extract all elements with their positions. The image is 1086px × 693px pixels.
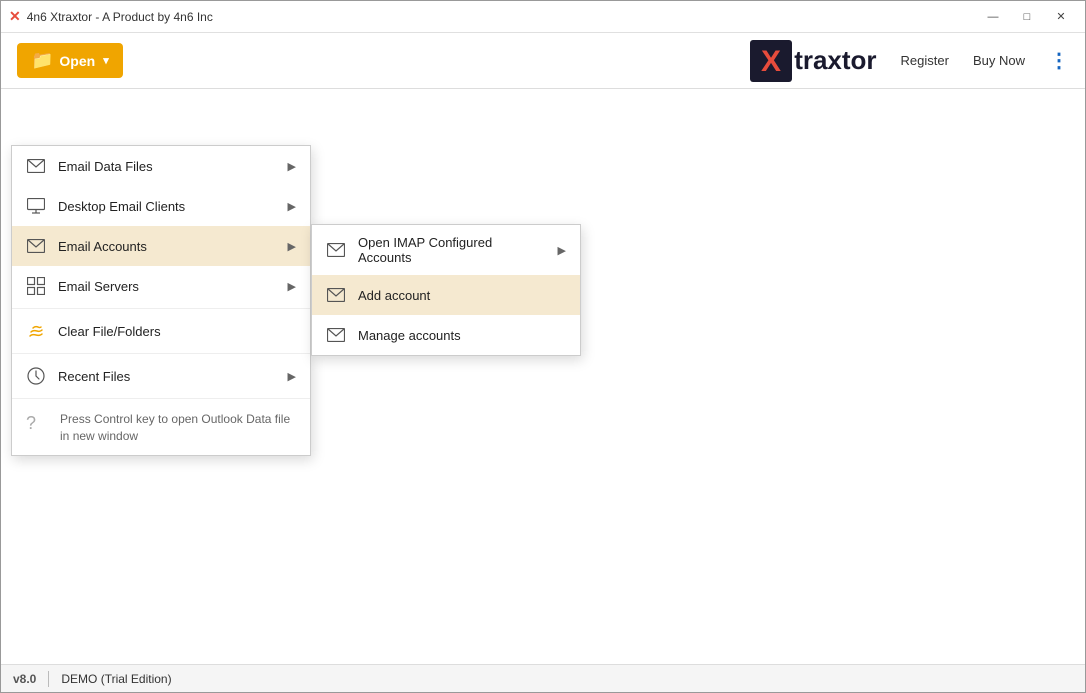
buy-now-button[interactable]: Buy Now	[973, 53, 1025, 68]
status-text: DEMO (Trial Edition)	[61, 672, 171, 686]
menu-item-recent-files-label: Recent Files	[58, 369, 276, 384]
menu-item-desktop-email-clients[interactable]: Desktop Email Clients ▶	[12, 186, 310, 226]
submenu-item-open-imap-label: Open IMAP Configured Accounts	[358, 235, 546, 265]
imap-icon	[326, 240, 346, 260]
hint-icon: ?	[26, 413, 36, 434]
submenu-item-manage-accounts-label: Manage accounts	[358, 328, 461, 343]
minimize-button[interactable]: —	[977, 3, 1009, 31]
menu-divider-3	[12, 398, 310, 399]
register-button[interactable]: Register	[901, 53, 949, 68]
logo-x-icon: X	[750, 40, 792, 82]
toolbar: 📁 Open ▾ X traxtor Register Buy Now ⋮	[1, 33, 1085, 89]
status-bar: v8.0 DEMO (Trial Edition)	[1, 664, 1085, 692]
submenu-item-manage-accounts[interactable]: Manage accounts	[312, 315, 580, 355]
email-accounts-icon	[26, 236, 46, 256]
imap-arrow-icon: ▶	[558, 244, 566, 257]
arrow-icon: ▶	[288, 280, 296, 293]
add-account-icon	[326, 285, 346, 305]
menu-item-email-servers-label: Email Servers	[58, 279, 276, 294]
arrow-icon: ▶	[288, 200, 296, 213]
main-content: Email Data Files ▶ Desktop Email Clients…	[1, 89, 1085, 666]
title-bar-text: 4n6 Xtraxtor - A Product by 4n6 Inc	[27, 10, 977, 24]
menu-item-email-data-files[interactable]: Email Data Files ▶	[12, 146, 310, 186]
title-bar: ✕ 4n6 Xtraxtor - A Product by 4n6 Inc — …	[1, 1, 1085, 33]
open-dropdown-menu: Email Data Files ▶ Desktop Email Clients…	[11, 145, 311, 456]
email-accounts-submenu: Open IMAP Configured Accounts ▶ Add acco…	[311, 224, 581, 356]
email-data-files-icon	[26, 156, 46, 176]
menu-item-clear-files-folders[interactable]: Clear File/Folders	[12, 311, 310, 351]
recent-files-icon	[26, 366, 46, 386]
submenu-item-add-account-label: Add account	[358, 288, 430, 303]
clear-files-icon	[26, 321, 46, 341]
open-button[interactable]: 📁 Open ▾	[17, 43, 123, 78]
menu-item-hint: ? Press Control key to open Outlook Data…	[12, 401, 310, 455]
chevron-down-icon: ▾	[103, 54, 109, 67]
status-divider	[48, 671, 49, 687]
submenu-item-open-imap[interactable]: Open IMAP Configured Accounts ▶	[312, 225, 580, 275]
menu-item-recent-files[interactable]: Recent Files ▶	[12, 356, 310, 396]
submenu-item-add-account[interactable]: Add account	[312, 275, 580, 315]
menu-divider	[12, 308, 310, 309]
menu-item-desktop-email-clients-label: Desktop Email Clients	[58, 199, 276, 214]
arrow-icon: ▶	[288, 160, 296, 173]
manage-accounts-icon	[326, 325, 346, 345]
close-button[interactable]: ✕	[1045, 3, 1077, 31]
logo-text: traxtor	[794, 45, 876, 76]
app-icon: ✕	[9, 8, 21, 25]
desktop-email-clients-icon	[26, 196, 46, 216]
menu-item-clear-files-label: Clear File/Folders	[58, 324, 296, 339]
version-label: v8.0	[13, 672, 36, 686]
menu-divider-2	[12, 353, 310, 354]
maximize-button[interactable]: □	[1011, 3, 1043, 31]
brand-area: X traxtor Register Buy Now ⋮	[750, 40, 1069, 82]
window-controls: — □ ✕	[977, 3, 1077, 31]
menu-item-email-data-files-label: Email Data Files	[58, 159, 276, 174]
open-button-label: Open	[59, 53, 95, 69]
arrow-icon: ▶	[288, 370, 296, 383]
email-servers-icon	[26, 276, 46, 296]
arrow-icon: ▶	[288, 240, 296, 253]
svg-text:X: X	[761, 45, 781, 78]
menu-item-email-accounts[interactable]: Email Accounts ▶ Open IMAP Configured Ac…	[12, 226, 310, 266]
menu-item-email-accounts-label: Email Accounts	[58, 239, 276, 254]
hint-text: Press Control key to open Outlook Data f…	[60, 411, 296, 445]
more-options-button[interactable]: ⋮	[1049, 51, 1069, 71]
menu-item-email-servers[interactable]: Email Servers ▶	[12, 266, 310, 306]
app-logo: X traxtor	[750, 40, 876, 82]
folder-icon: 📁	[31, 50, 53, 71]
